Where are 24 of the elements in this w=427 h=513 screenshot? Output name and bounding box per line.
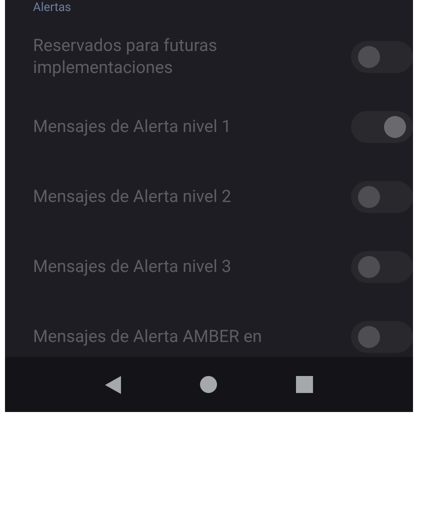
toggle-thumb (358, 186, 380, 208)
toggle-switch[interactable] (351, 321, 413, 353)
toggle-thumb (358, 46, 380, 68)
setting-row[interactable]: Mensajes de Alerta nivel 3 (5, 244, 413, 290)
toggle-switch[interactable] (351, 181, 413, 213)
home-icon[interactable] (200, 376, 217, 393)
back-icon[interactable] (104, 376, 121, 394)
recents-icon[interactable] (296, 376, 314, 393)
toggle-switch[interactable] (351, 111, 413, 143)
setting-label: Mensajes de Alerta AMBER en (33, 326, 263, 348)
setting-label: Mensajes de Alerta nivel 1 (33, 116, 232, 138)
setting-label: Reservados para futuras implementaciones (33, 35, 218, 79)
toggle-thumb (384, 116, 406, 138)
toggle-thumb (358, 256, 380, 278)
toggle-thumb (358, 326, 380, 348)
setting-row[interactable]: Mensajes de Alerta nivel 1 (5, 104, 413, 150)
section-title: Alertas (33, 0, 72, 14)
toggle-switch[interactable] (351, 251, 413, 283)
setting-row[interactable]: Mensajes de Alerta nivel 2 (5, 174, 413, 220)
setting-label: Mensajes de Alerta nivel 2 (33, 186, 232, 208)
setting-row[interactable]: Mensajes de Alerta AMBER en (5, 314, 413, 357)
setting-row[interactable]: Reservados para futuras implementaciones (5, 34, 413, 80)
setting-label: Mensajes de Alerta nivel 3 (33, 256, 232, 278)
toggle-switch[interactable] (351, 41, 413, 73)
